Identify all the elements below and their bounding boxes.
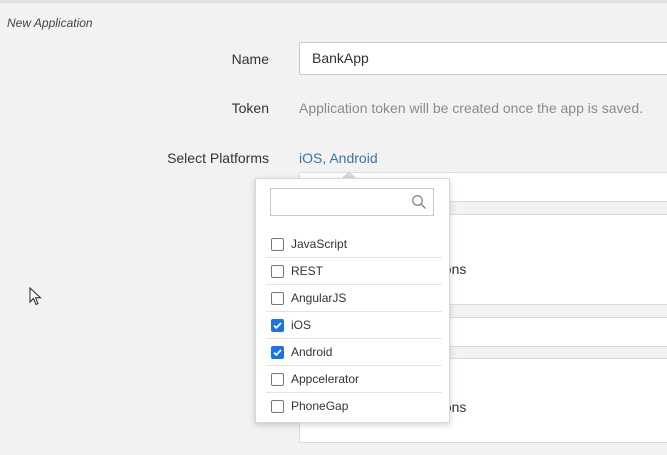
section-title: New Application xyxy=(7,16,93,30)
platforms-label: Select Platforms xyxy=(167,150,269,166)
checkbox-rest[interactable] xyxy=(271,265,284,278)
platform-option-list: JavaScript REST AngularJS iOS Android Ap… xyxy=(266,231,442,420)
option-label: Android xyxy=(291,345,333,359)
option-android[interactable]: Android xyxy=(266,339,442,366)
check-icon xyxy=(273,349,282,357)
option-ios[interactable]: iOS xyxy=(266,312,442,339)
option-label: JavaScript xyxy=(291,237,348,251)
name-label: Name xyxy=(231,51,269,67)
platform-dropdown: JavaScript REST AngularJS iOS Android Ap… xyxy=(255,178,450,423)
option-label: Appcelerator xyxy=(291,372,360,386)
top-divider xyxy=(0,0,667,3)
checkbox-phonegap[interactable] xyxy=(271,400,284,413)
platforms-selector[interactable]: iOS, Android xyxy=(299,150,378,166)
token-info-text: Application token will be created once t… xyxy=(299,100,643,116)
mouse-cursor-icon xyxy=(29,287,42,306)
platform-search-input[interactable] xyxy=(270,188,434,216)
option-appcelerator[interactable]: Appcelerator xyxy=(266,366,442,393)
option-rest[interactable]: REST xyxy=(266,258,442,285)
checkbox-javascript[interactable] xyxy=(271,238,284,251)
checkbox-ios[interactable] xyxy=(271,319,284,332)
option-label: iOS xyxy=(291,318,312,332)
checkbox-android[interactable] xyxy=(271,346,284,359)
search-icon xyxy=(412,195,427,210)
option-label: REST xyxy=(291,264,324,278)
check-icon xyxy=(273,322,282,330)
option-label: AngularJS xyxy=(291,291,347,305)
option-label: PhoneGap xyxy=(291,399,349,413)
option-angularjs[interactable]: AngularJS xyxy=(266,285,442,312)
option-javascript[interactable]: JavaScript xyxy=(266,231,442,258)
name-input[interactable]: BankApp xyxy=(299,42,667,75)
option-phonegap[interactable]: PhoneGap xyxy=(266,393,442,420)
token-label: Token xyxy=(231,100,269,116)
checkbox-appcelerator[interactable] xyxy=(271,373,284,386)
checkbox-angularjs[interactable] xyxy=(271,292,284,305)
